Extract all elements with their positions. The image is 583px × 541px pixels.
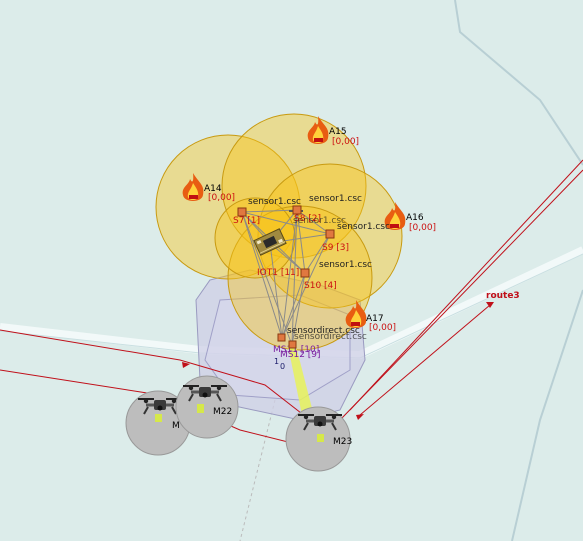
svg-text:A15: A15 xyxy=(329,127,347,137)
simulation-map[interactable]: route3 A14 [0,00] A15 [0,00] A16 [0,00] … xyxy=(0,0,583,541)
svg-text:A16: A16 xyxy=(406,213,424,223)
svg-text:route3: route3 xyxy=(486,291,520,301)
svg-text:S10 [4]: S10 [4] xyxy=(304,281,337,291)
svg-text:[0,00]: [0,00] xyxy=(369,323,396,333)
svg-text:1: 1 xyxy=(274,357,279,366)
svg-text:IOT1 [11]: IOT1 [11] xyxy=(257,268,299,278)
route-label-route3[interactable]: route3 xyxy=(486,291,520,301)
svg-text:sensordirect.csc: sensordirect.csc xyxy=(294,332,367,342)
svg-text:sensor1.csc: sensor1.csc xyxy=(309,194,362,204)
svg-text:sensor1.csc: sensor1.csc xyxy=(337,222,390,232)
svg-text:[0,00]: [0,00] xyxy=(208,193,235,203)
svg-text:0: 0 xyxy=(280,362,285,371)
svg-text:MS12 [9]: MS12 [9] xyxy=(280,350,321,360)
drone-m22[interactable]: M22 xyxy=(175,375,239,439)
svg-text:M: M xyxy=(172,421,180,431)
svg-text:M22: M22 xyxy=(213,407,232,417)
svg-text:M23: M23 xyxy=(333,437,352,447)
svg-text:sensor1.csc: sensor1.csc xyxy=(319,260,372,270)
svg-text:[0,00]: [0,00] xyxy=(409,223,436,233)
svg-text:[0,00]: [0,00] xyxy=(332,137,359,147)
svg-text:S7 [1]: S7 [1] xyxy=(233,216,260,226)
svg-text:S9 [3]: S9 [3] xyxy=(322,243,349,253)
map-canvas[interactable]: route3 A14 [0,00] A15 [0,00] A16 [0,00] … xyxy=(0,0,583,541)
